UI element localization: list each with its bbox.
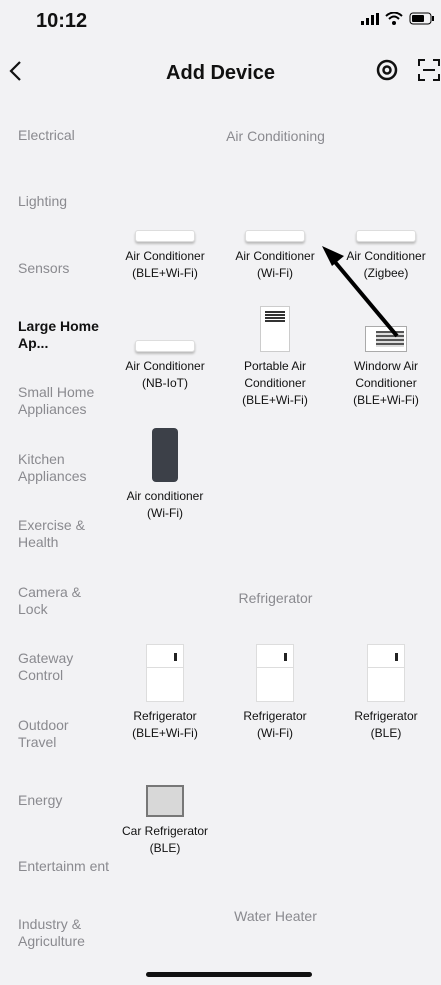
scan-icon[interactable] (417, 58, 441, 82)
device-refrigerator-wifi[interactable]: Refrigerator (Wi-Fi) (220, 642, 330, 742)
device-car-refrigerator-ble[interactable]: Car Refrigerator (BLE) (110, 757, 220, 857)
sidebar-item-gateway-control[interactable]: Gateway Control (0, 634, 110, 701)
air-conditioner-icon (135, 340, 195, 352)
refrigerator-icon (146, 644, 184, 702)
sidebar-item-small-home-appliances[interactable]: Small Home Appliances (0, 368, 110, 435)
refrigerator-icon (367, 644, 405, 702)
sidebar-item-entertainment[interactable]: Entertainm ent (0, 834, 110, 901)
sidebar-item-kitchen-appliances[interactable]: Kitchen Appliances (0, 435, 110, 502)
air-conditioner-icon (245, 230, 305, 242)
sidebar-item-exercise-health[interactable]: Exercise & Health (0, 501, 110, 568)
device-air-conditioner-wifi[interactable]: Air Conditioner (Wi-Fi) (220, 182, 330, 282)
status-time: 10:12 (36, 10, 88, 32)
section-title-refrigerator: Refrigerator (238, 590, 313, 606)
home-indicator (146, 972, 312, 977)
category-sidebar: Electrical Lighting Sensors Large Home A… (0, 102, 110, 967)
sidebar-item-outdoor-travel[interactable]: Outdoor Travel (0, 701, 110, 768)
car-refrigerator-icon (146, 785, 184, 817)
sidebar-item-lighting[interactable]: Lighting (0, 169, 110, 236)
device-air-conditioner-ble-wifi[interactable]: Air Conditioner (BLE+Wi-Fi) (110, 182, 220, 282)
device-air-conditioner-zigbee[interactable]: Air Conditioner (Zigbee) (331, 182, 441, 282)
sidebar-item-electrical[interactable]: Electrical (0, 102, 110, 169)
target-icon[interactable] (375, 58, 399, 82)
device-refrigerator-ble-wifi[interactable]: Refrigerator (BLE+Wi-Fi) (110, 642, 220, 742)
section-title-air-conditioning: Air Conditioning (226, 128, 325, 144)
remote-control-icon (152, 428, 178, 482)
device-portable-air-conditioner[interactable]: Portable Air Conditioner (BLE+Wi-Fi) (220, 292, 330, 409)
status-icons (361, 12, 435, 25)
air-conditioner-icon (356, 230, 416, 242)
device-air-conditioner-nb-iot[interactable]: Air Conditioner (NB-IoT) (110, 292, 220, 392)
device-air-conditioner-remote-wifi[interactable]: Air conditioner (Wi-Fi) (110, 422, 220, 522)
device-window-air-conditioner[interactable]: Windorw Air Conditioner (BLE+Wi-Fi) (331, 292, 441, 409)
device-refrigerator-ble[interactable]: Refrigerator (BLE) (331, 642, 441, 742)
signal-icon (361, 12, 379, 25)
window-air-conditioner-icon (365, 326, 407, 352)
refrigerator-icon (256, 644, 294, 702)
air-conditioner-icon (135, 230, 195, 242)
portable-air-conditioner-icon (260, 306, 290, 352)
wifi-icon (385, 12, 403, 25)
battery-icon (409, 12, 434, 25)
status-bar: 10:12 (0, 0, 441, 44)
nav-bar: Add Device (0, 48, 441, 102)
sidebar-item-camera-lock[interactable]: Camera & Lock (0, 568, 110, 635)
sidebar-item-large-home-appliances[interactable]: Large Home Ap... (0, 302, 110, 369)
section-title-water-heater: Water Heater (234, 908, 317, 924)
sidebar-item-energy[interactable]: Energy (0, 767, 110, 834)
sidebar-item-industry-agriculture[interactable]: Industry & Agriculture (0, 900, 110, 967)
sidebar-item-sensors[interactable]: Sensors (0, 235, 110, 302)
